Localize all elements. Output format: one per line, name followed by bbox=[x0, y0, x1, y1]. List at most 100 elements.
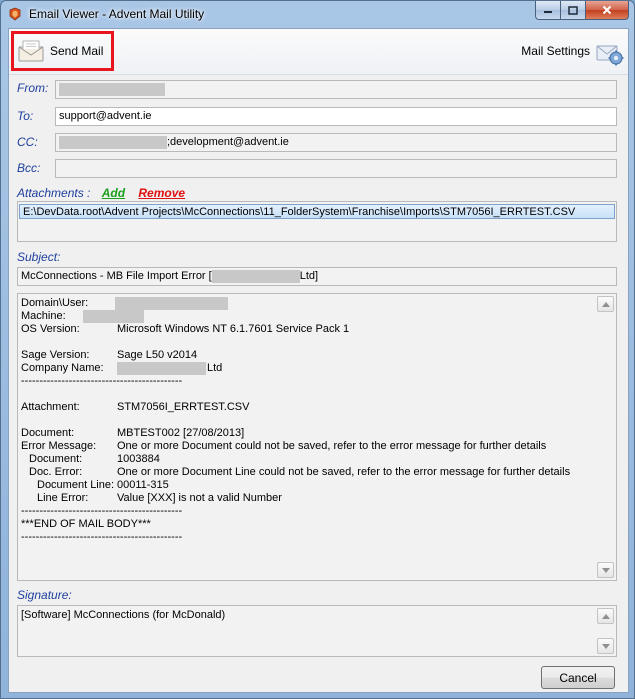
from-field[interactable] bbox=[55, 80, 617, 99]
attachments-header: Attachments : Add Remove bbox=[17, 186, 185, 200]
redacted-domain-user bbox=[115, 297, 228, 310]
redacted-cc bbox=[59, 136, 167, 149]
os-label: OS Version: bbox=[21, 323, 80, 335]
body-blank-line bbox=[21, 336, 594, 349]
body-scroll-down[interactable] bbox=[597, 562, 614, 578]
signature-scrollbar[interactable] bbox=[597, 608, 614, 654]
body-line: Document: 1003884 bbox=[21, 453, 594, 466]
doc-value: 1003884 bbox=[117, 453, 160, 465]
line-error-label: Line Error: bbox=[37, 492, 89, 504]
minimize-button[interactable] bbox=[535, 1, 561, 20]
subject-prefix: McConnections - MB File Import Error [ bbox=[21, 270, 212, 282]
envelope-icon bbox=[18, 40, 44, 62]
error-label: Error Message: bbox=[21, 440, 97, 452]
attachments-label: Attachments : bbox=[17, 186, 91, 200]
attachment-label: Attachment: bbox=[21, 401, 80, 413]
end-marker: ***END OF MAIL BODY*** bbox=[21, 518, 151, 530]
bcc-label: Bcc: bbox=[17, 161, 41, 175]
body-line: Company Name: Ltd bbox=[21, 362, 594, 375]
document-value: MBTEST002 [27/08/2013] bbox=[117, 427, 245, 439]
redacted-from bbox=[59, 83, 165, 96]
signature-scroll-up[interactable] bbox=[597, 608, 614, 624]
doc-line-label: Document Line: bbox=[37, 479, 115, 491]
to-value: support@advent.ie bbox=[59, 110, 152, 122]
subject-label: Subject: bbox=[17, 250, 61, 264]
minimize-icon bbox=[544, 11, 552, 13]
machine-label: Machine: bbox=[21, 310, 66, 322]
client-area: Send Mail Mail Settings From: To: suppor… bbox=[8, 28, 629, 693]
separator-line: ----------------------------------------… bbox=[21, 505, 183, 517]
body-line: Doc. Error: One or more Document Line cou… bbox=[21, 466, 594, 479]
body-line: OS Version: Microsoft Windows NT 6.1.7601… bbox=[21, 323, 594, 336]
cc-label: CC: bbox=[17, 135, 38, 149]
to-field[interactable]: support@advent.ie bbox=[55, 107, 617, 126]
signature-scroll-down[interactable] bbox=[597, 638, 614, 654]
scroll-up-arrow-icon bbox=[601, 301, 610, 307]
title-bar[interactable]: Email Viewer - Advent Mail Utility bbox=[1, 1, 634, 27]
body-line: Document Line: 00011-315 bbox=[21, 479, 594, 492]
separator-line: ----------------------------------------… bbox=[21, 375, 183, 387]
redacted-machine bbox=[83, 310, 144, 323]
body-line: Line Error: Value [XXX] is not a valid Nu… bbox=[21, 492, 594, 505]
line-error-value: Value [XXX] is not a valid Number bbox=[117, 492, 282, 504]
cancel-button[interactable]: Cancel bbox=[541, 666, 615, 689]
doc-label: Document: bbox=[29, 453, 83, 465]
mail-settings-button[interactable]: Mail Settings bbox=[521, 34, 624, 68]
body-line: Sage Version: Sage L50 v2014 bbox=[21, 349, 594, 362]
signature-value: [Software] McConnections (for McDonald) bbox=[21, 609, 226, 621]
remove-attachment-link[interactable]: Remove bbox=[138, 186, 185, 200]
scroll-up-arrow-icon bbox=[601, 613, 610, 619]
subject-suffix: Ltd] bbox=[299, 270, 319, 282]
close-icon bbox=[602, 5, 612, 15]
to-label: To: bbox=[17, 109, 34, 123]
attachments-list[interactable]: E:\DevData.root\Advent Projects\McConnec… bbox=[17, 201, 617, 242]
add-attachment-link[interactable]: Add bbox=[102, 186, 125, 200]
cc-field[interactable]: ;development@advent.ie bbox=[55, 133, 617, 152]
app-logo-icon bbox=[9, 7, 21, 21]
email-viewer-window: Email Viewer - Advent Mail Utility Send … bbox=[0, 0, 635, 699]
body-line: Machine: bbox=[21, 310, 594, 323]
body-scroll-up[interactable] bbox=[597, 296, 614, 312]
attachment-item[interactable]: E:\DevData.root\Advent Projects\McConnec… bbox=[19, 204, 615, 219]
mail-settings-label: Mail Settings bbox=[521, 44, 590, 58]
caption-buttons bbox=[535, 1, 629, 20]
doc-line-value: 00011-315 bbox=[117, 479, 169, 491]
sage-label: Sage Version: bbox=[21, 349, 90, 361]
mail-body-text: Domain\User: Machine: OS Version: Microso… bbox=[21, 297, 594, 580]
mail-body[interactable]: Domain\User: Machine: OS Version: Microso… bbox=[17, 293, 617, 581]
cc-value: ;development@advent.ie bbox=[167, 136, 289, 148]
body-line: Attachment: STM7056I_ERRTEST.CSV bbox=[21, 401, 594, 414]
sage-value: Sage L50 v2014 bbox=[117, 349, 198, 361]
body-blank-line bbox=[21, 388, 594, 401]
domain-user-label: Domain\User: bbox=[21, 297, 89, 309]
body-scrollbar[interactable] bbox=[597, 296, 614, 578]
window-title: Email Viewer - Advent Mail Utility bbox=[29, 7, 205, 21]
maximize-button[interactable] bbox=[561, 1, 586, 20]
signature-label: Signature: bbox=[17, 588, 72, 602]
close-button[interactable] bbox=[586, 1, 629, 20]
error-value: One or more Document could not be saved,… bbox=[117, 440, 547, 452]
signature-field[interactable]: [Software] McConnections (for McDonald) bbox=[17, 605, 617, 657]
redacted-subject bbox=[211, 270, 300, 283]
doc-error-value: One or more Document Line could not be s… bbox=[117, 466, 571, 478]
scroll-down-arrow-icon bbox=[601, 643, 610, 649]
subject-field[interactable]: McConnections - MB File Import Error [ Lt… bbox=[17, 267, 617, 286]
doc-error-label: Doc. Error: bbox=[29, 466, 83, 478]
company-label: Company Name: bbox=[21, 362, 104, 374]
attachment-value: STM7056I_ERRTEST.CSV bbox=[117, 401, 250, 413]
maximize-icon bbox=[568, 5, 578, 15]
toolbar: Send Mail Mail Settings bbox=[9, 29, 628, 75]
company-suffix: Ltd bbox=[207, 362, 223, 374]
body-blank-line bbox=[21, 414, 594, 427]
scroll-down-arrow-icon bbox=[601, 567, 610, 573]
body-line: Document: MBTEST002 [27/08/2013] bbox=[21, 427, 594, 440]
redacted-company bbox=[117, 362, 206, 375]
separator-line: ----------------------------------------… bbox=[21, 531, 183, 543]
send-mail-label: Send Mail bbox=[50, 44, 104, 58]
document-label: Document: bbox=[21, 427, 75, 439]
from-label: From: bbox=[17, 81, 49, 95]
body-line: Error Message: One or more Document could… bbox=[21, 440, 594, 453]
send-mail-button[interactable]: Send Mail bbox=[11, 31, 114, 71]
body-line: Domain\User: bbox=[21, 297, 594, 310]
bcc-field[interactable] bbox=[55, 159, 617, 178]
